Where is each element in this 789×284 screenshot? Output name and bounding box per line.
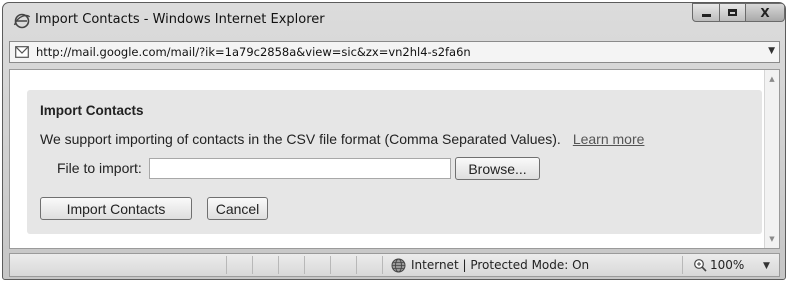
description-text: We support importing of contacts in the … bbox=[40, 131, 561, 147]
title-bar[interactable]: Import Contacts - Windows Internet Explo… bbox=[3, 3, 785, 37]
minimize-icon bbox=[701, 14, 711, 17]
status-separator bbox=[226, 256, 227, 274]
status-separator bbox=[382, 256, 383, 274]
internet-explorer-icon bbox=[13, 13, 31, 29]
import-contacts-panel: Import Contacts We support importing of … bbox=[27, 90, 762, 234]
maximize-icon bbox=[728, 9, 737, 16]
panel-title: Import Contacts bbox=[40, 103, 144, 118]
file-path-input[interactable] bbox=[149, 158, 451, 179]
status-separator bbox=[278, 256, 279, 274]
import-contacts-button[interactable]: Import Contacts bbox=[40, 197, 192, 220]
close-icon: X bbox=[760, 5, 770, 20]
scroll-down-icon[interactable]: ▼ bbox=[765, 232, 779, 246]
page-content: Import Contacts We support importing of … bbox=[9, 69, 780, 249]
status-separator bbox=[304, 256, 305, 274]
window-title: Import Contacts - Windows Internet Explo… bbox=[35, 12, 325, 27]
close-button[interactable]: X bbox=[745, 3, 785, 22]
zoom-magnifier-icon[interactable] bbox=[693, 258, 707, 272]
maximize-button[interactable] bbox=[719, 3, 746, 22]
address-bar[interactable]: http://mail.google.com/mail/?ik=1a79c285… bbox=[9, 41, 780, 63]
learn-more-link[interactable]: Learn more bbox=[573, 131, 645, 147]
security-zone-status[interactable]: Internet | Protected Mode: On bbox=[411, 258, 589, 272]
minimize-button[interactable] bbox=[692, 3, 720, 22]
cancel-button[interactable]: Cancel bbox=[207, 197, 268, 220]
mail-icon bbox=[15, 46, 29, 58]
zoom-level[interactable]: 100% bbox=[710, 258, 744, 272]
status-separator bbox=[330, 256, 331, 274]
browse-button[interactable]: Browse... bbox=[455, 157, 540, 180]
zoom-dropdown-icon[interactable]: ▼ bbox=[763, 261, 770, 271]
address-url[interactable]: http://mail.google.com/mail/?ik=1a79c285… bbox=[36, 45, 471, 59]
status-bar: Internet | Protected Mode: On 100% ▼ bbox=[9, 253, 780, 277]
file-to-import-label: File to import: bbox=[57, 160, 142, 176]
scroll-up-icon[interactable]: ▲ bbox=[765, 72, 779, 86]
status-separator bbox=[252, 256, 253, 274]
import-description: We support importing of contacts in the … bbox=[40, 131, 644, 147]
address-dropdown-icon[interactable]: ▼ bbox=[768, 46, 775, 56]
status-separator bbox=[682, 256, 683, 274]
status-separator bbox=[356, 256, 357, 274]
globe-icon bbox=[391, 258, 406, 273]
browser-window: Import Contacts - Windows Internet Explo… bbox=[2, 2, 786, 280]
vertical-scrollbar[interactable]: ▲ ▼ bbox=[764, 70, 779, 248]
